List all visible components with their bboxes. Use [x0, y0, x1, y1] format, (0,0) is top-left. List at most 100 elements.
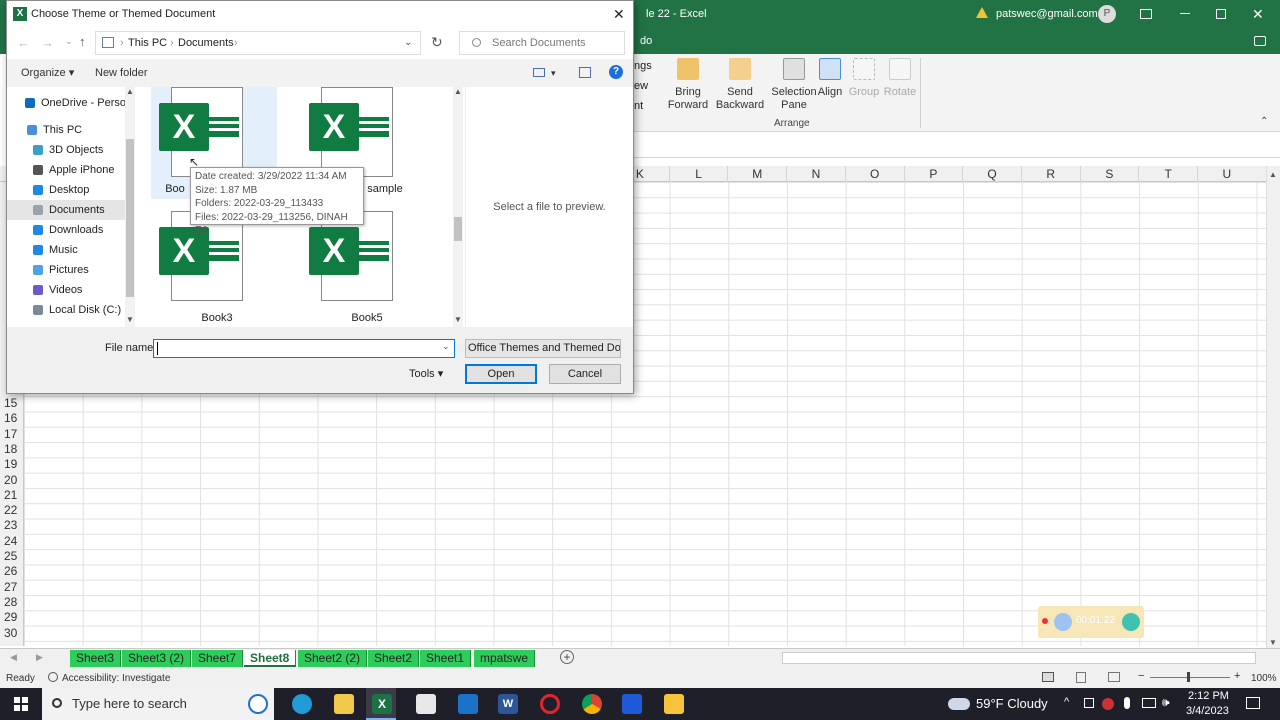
- nav-item[interactable]: Local Disk (C:): [7, 300, 125, 320]
- weather-text[interactable]: 59°F Cloudy: [976, 696, 1048, 711]
- comments-icon[interactable]: [1254, 36, 1266, 46]
- back-icon[interactable]: ←: [17, 35, 30, 50]
- nav-item[interactable]: This PC: [7, 120, 125, 140]
- breadcrumb-this-pc[interactable]: This PC: [128, 32, 167, 54]
- dialog-close-icon[interactable]: ✕: [613, 1, 625, 27]
- nav-item[interactable]: Downloads: [7, 220, 125, 240]
- tell-me-partial[interactable]: do: [640, 35, 652, 47]
- account-avatar[interactable]: P: [1098, 5, 1116, 23]
- warning-icon[interactable]: [976, 7, 988, 18]
- mail-icon[interactable]: [458, 694, 478, 714]
- search-documents-input[interactable]: Search Documents: [459, 31, 625, 55]
- nav-scroll-up-icon[interactable]: ▲: [126, 87, 134, 96]
- page-break-icon[interactable]: [1108, 672, 1120, 682]
- sheet-tab[interactable]: Sheet2: [368, 650, 420, 667]
- sheet-tab[interactable]: Sheet3: [70, 650, 122, 667]
- view-dropdown-icon[interactable]: ▾: [551, 59, 556, 87]
- row-header[interactable]: 27: [0, 580, 24, 595]
- nav-item[interactable]: 3D Objects: [7, 140, 125, 160]
- taskbar-date[interactable]: 3/4/2023: [1186, 705, 1229, 717]
- horizontal-scrollbar[interactable]: [782, 652, 1256, 664]
- collapse-ribbon-icon[interactable]: ⌃: [1260, 116, 1268, 127]
- taskbar-search[interactable]: Type here to search: [42, 688, 274, 720]
- ribbon-display-options-icon[interactable]: [1140, 9, 1152, 19]
- sheet-tab[interactable]: mpatswe: [474, 650, 536, 667]
- volume-icon[interactable]: 🕪: [1162, 695, 1170, 710]
- tab-prev-icon[interactable]: ◀: [10, 652, 17, 663]
- cloud-icon[interactable]: [948, 698, 970, 710]
- vertical-scrollbar[interactable]: ▲ ▼: [1266, 166, 1280, 652]
- row-header[interactable]: 22: [0, 503, 24, 518]
- sheet-tab[interactable]: Sheet7: [192, 650, 244, 667]
- nav-item[interactable]: Desktop: [7, 180, 125, 200]
- nav-scroll-down-icon[interactable]: ▼: [126, 315, 134, 324]
- file-type-filter[interactable]: Office Themes and Themed Do: [465, 339, 621, 358]
- tab-next-icon[interactable]: ▶: [36, 652, 43, 663]
- organize-button[interactable]: Organize ▾: [21, 59, 74, 87]
- row-header[interactable]: 24: [0, 534, 24, 549]
- sheet-tab[interactable]: Sheet1: [420, 650, 472, 667]
- normal-view-icon[interactable]: [1042, 672, 1054, 682]
- close-icon[interactable]: ✕: [1252, 6, 1264, 23]
- pause-icon[interactable]: [1054, 613, 1072, 631]
- column-header[interactable]: T: [1138, 166, 1197, 182]
- address-bar[interactable]: › This PC › Documents › ⌄: [95, 31, 421, 55]
- zoom-out-icon[interactable]: −: [1138, 670, 1144, 682]
- row-header[interactable]: 17: [0, 427, 24, 442]
- nav-item[interactable]: Videos: [7, 280, 125, 300]
- open-button[interactable]: Open: [465, 364, 537, 384]
- formula-bar[interactable]: [634, 138, 1280, 158]
- show-hidden-icons-icon[interactable]: ^: [1064, 696, 1069, 708]
- breadcrumb-documents[interactable]: Documents: [178, 32, 234, 54]
- column-header[interactable]: R: [1020, 166, 1080, 182]
- screen-recorder-widget[interactable]: 00:01:22: [1038, 606, 1144, 638]
- chrome-icon[interactable]: [582, 694, 602, 714]
- row-header[interactable]: 21: [0, 488, 24, 503]
- store-icon[interactable]: [416, 694, 436, 714]
- row-header[interactable]: 16: [0, 411, 24, 426]
- bing-icon[interactable]: [248, 694, 268, 714]
- microphone-icon[interactable]: [1124, 697, 1130, 709]
- rotate-button[interactable]: Rotate: [882, 58, 918, 99]
- word-icon[interactable]: W: [498, 694, 518, 714]
- column-header[interactable]: L: [668, 166, 728, 182]
- scroll-up-icon[interactable]: ▲: [1269, 170, 1277, 179]
- start-icon[interactable]: [14, 697, 28, 711]
- row-header[interactable]: 19: [0, 457, 24, 472]
- bring-forward-button[interactable]: Bring Forward: [664, 58, 712, 112]
- row-header[interactable]: 29: [0, 610, 24, 625]
- row-header[interactable]: 18: [0, 442, 24, 457]
- file-name-3[interactable]: Book5: [307, 312, 427, 324]
- file-name-0[interactable]: Boo: [155, 183, 195, 195]
- column-header[interactable]: U: [1197, 166, 1256, 182]
- notifications-icon[interactable]: [1246, 697, 1260, 709]
- files-scroll-up-icon[interactable]: ▲: [454, 87, 462, 96]
- forward-icon[interactable]: →: [41, 35, 54, 50]
- status-accessibility[interactable]: Accessibility: Investigate: [62, 673, 170, 684]
- selection-pane-button[interactable]: Selection Pane: [768, 58, 820, 112]
- align-button[interactable]: Align: [816, 58, 844, 99]
- file-name-dropdown-icon[interactable]: ⌄: [442, 341, 450, 352]
- account-email[interactable]: patswec@gmail.com: [996, 0, 1098, 28]
- restore-icon[interactable]: [1216, 9, 1226, 19]
- row-header[interactable]: 23: [0, 518, 24, 533]
- row-header[interactable]: 25: [0, 549, 24, 564]
- zoom-slider[interactable]: [1150, 677, 1230, 678]
- column-header[interactable]: P: [903, 166, 963, 182]
- row-header[interactable]: 26: [0, 564, 24, 579]
- group-button[interactable]: Group: [848, 58, 880, 99]
- nav-item[interactable]: Pictures: [7, 260, 125, 280]
- recent-locations-icon[interactable]: ⌄: [65, 36, 73, 47]
- column-header[interactable]: Q: [962, 166, 1021, 182]
- page-layout-icon[interactable]: [1076, 672, 1086, 683]
- nav-scroll-thumb[interactable]: [126, 139, 134, 297]
- taskbar-time[interactable]: 2:12 PM: [1188, 690, 1229, 702]
- opera-icon[interactable]: [540, 694, 560, 714]
- files-scroll-down-icon[interactable]: ▼: [454, 315, 462, 324]
- scroll-down-icon[interactable]: ▼: [1269, 638, 1277, 647]
- tray-record-icon[interactable]: [1102, 698, 1114, 710]
- minimize-icon[interactable]: [1180, 13, 1190, 14]
- sheet-tab[interactable]: Sheet8: [244, 650, 297, 667]
- zoom-slider-thumb[interactable]: [1187, 672, 1190, 682]
- nav-item[interactable]: Apple iPhone: [7, 160, 125, 180]
